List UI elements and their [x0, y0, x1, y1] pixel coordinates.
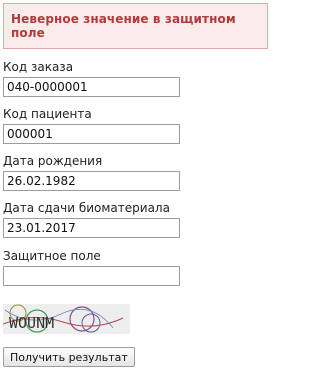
- birth-date-label: Дата рождения: [3, 154, 103, 168]
- captcha-image: WOUNM: [2, 304, 130, 334]
- sample-date-field[interactable]: 23.01.2017: [3, 218, 180, 238]
- order-code-label: Код заказа: [3, 60, 74, 74]
- captcha-field-label: Защитное поле: [3, 249, 101, 263]
- sample-date-label: Дата сдачи биоматериала: [3, 201, 170, 215]
- patient-code-field[interactable]: 000001: [3, 124, 180, 144]
- captcha-input[interactable]: [3, 266, 180, 286]
- error-message: Неверное значение в защитном поле: [11, 12, 236, 40]
- order-code-field[interactable]: 040-0000001: [3, 77, 180, 97]
- patient-code-label: Код пациента: [3, 107, 92, 121]
- get-result-button[interactable]: Получить результат: [3, 347, 135, 367]
- error-message-box: Неверное значение в защитном поле: [3, 3, 268, 49]
- captcha-graphic: WOUNM: [2, 304, 130, 334]
- birth-date-field[interactable]: 26.02.1982: [3, 171, 180, 191]
- captcha-text: WOUNM: [9, 314, 54, 332]
- results-form-page: Неверное значение в защитном поле Код за…: [0, 0, 271, 388]
